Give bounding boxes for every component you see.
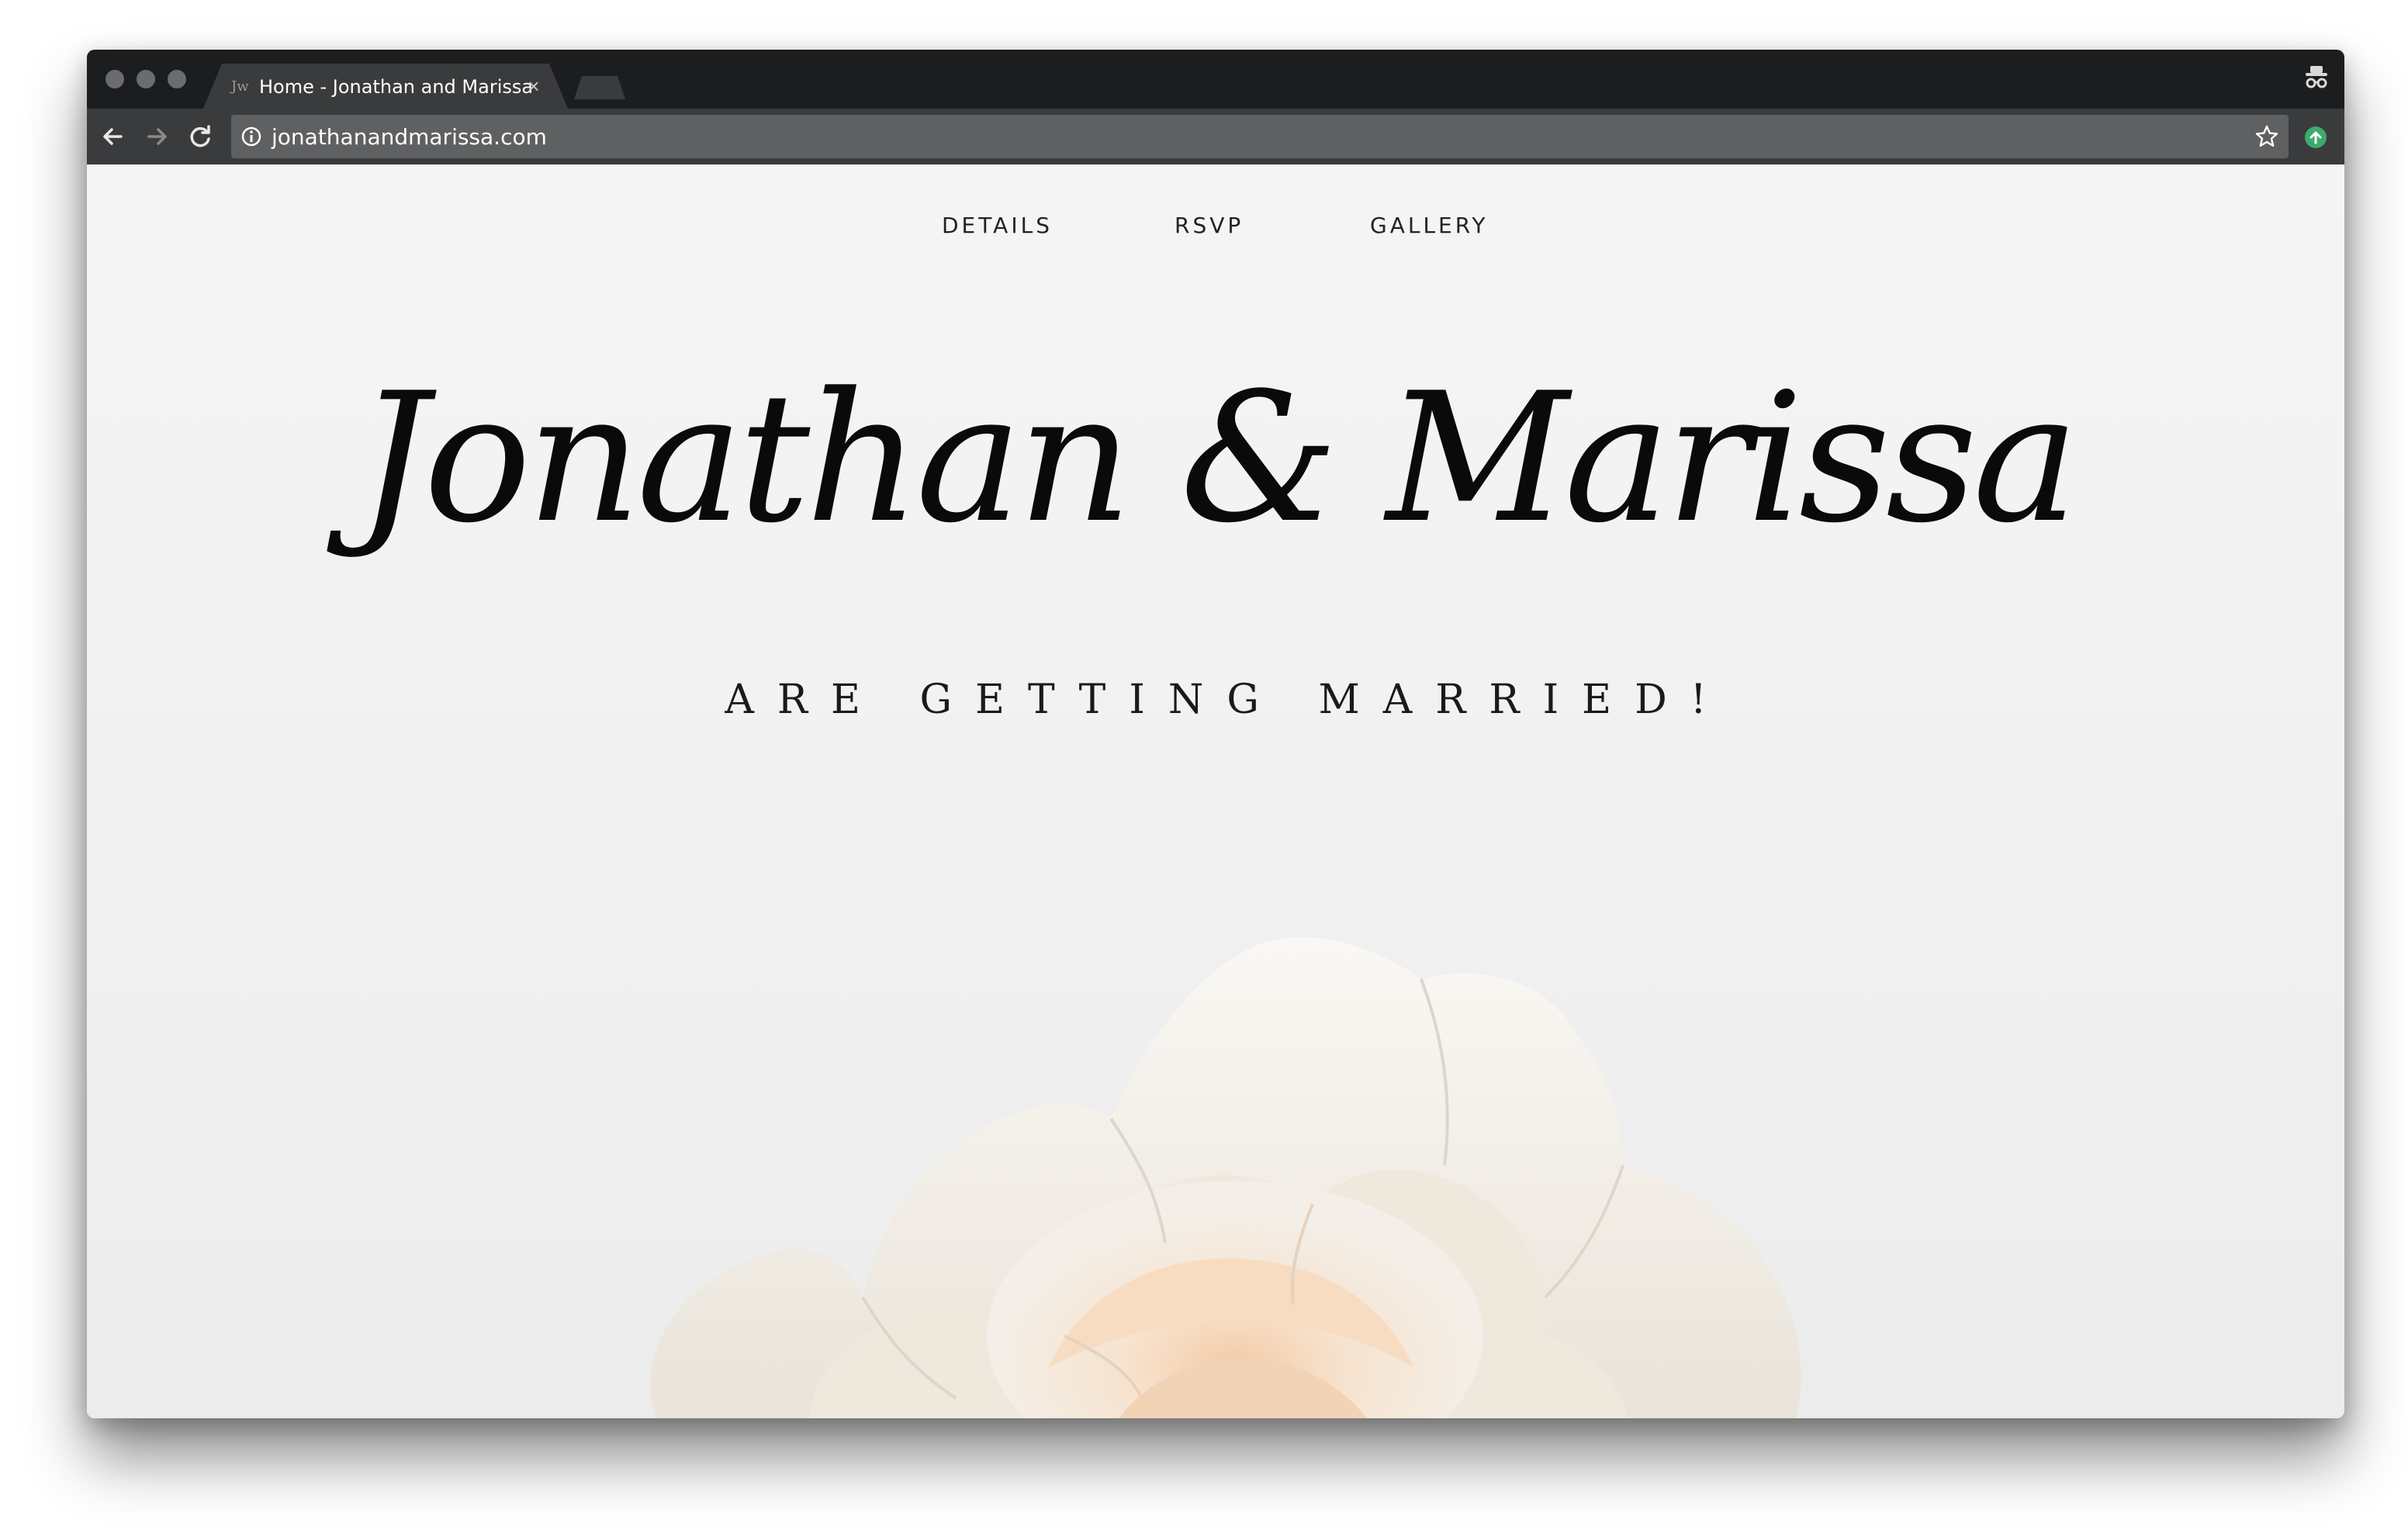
couple-names-heading: Jonathan & Marissa bbox=[356, 355, 2079, 562]
tab-close-icon[interactable]: × bbox=[523, 73, 545, 99]
site-nav: DETAILS RSVP GALLERY bbox=[87, 213, 2344, 244]
nav-gallery-link[interactable]: GALLERY bbox=[1370, 213, 1489, 238]
browser-toolbar: jonathanandmarissa.com bbox=[87, 109, 2344, 164]
new-tab-button[interactable] bbox=[574, 76, 625, 99]
address-bar-url: jonathanandmarissa.com bbox=[272, 124, 547, 150]
tab-home[interactable]: Jw Home - Jonathan and Marissa × bbox=[203, 64, 568, 109]
address-bar[interactable]: jonathanandmarissa.com bbox=[231, 115, 2289, 158]
reload-icon[interactable] bbox=[183, 119, 217, 154]
upload-arrow-icon[interactable] bbox=[2304, 126, 2327, 149]
browser-window: Jw Home - Jonathan and Marissa × jonatha… bbox=[87, 50, 2344, 1418]
close-window-button[interactable] bbox=[106, 70, 124, 88]
star-icon[interactable] bbox=[2254, 124, 2279, 149]
back-arrow-icon[interactable] bbox=[96, 119, 130, 154]
tab-title: Home - Jonathan and Marissa bbox=[259, 76, 534, 98]
white-rose-image bbox=[650, 936, 1801, 1418]
nav-rsvp-link[interactable]: RSVP bbox=[1175, 213, 1244, 238]
info-icon[interactable] bbox=[240, 126, 262, 147]
nav-details-link[interactable]: DETAILS bbox=[942, 213, 1053, 238]
page-content: DETAILS RSVP GALLERY Jonathan & Marissa … bbox=[87, 164, 2344, 1418]
maximize-window-button[interactable] bbox=[168, 70, 186, 88]
hero-subtitle: ARE GETTING MARRIED! bbox=[725, 677, 1730, 723]
incognito-icon[interactable] bbox=[2302, 64, 2330, 92]
minimize-window-button[interactable] bbox=[137, 70, 155, 88]
tab-strip: Jw Home - Jonathan and Marissa × bbox=[87, 50, 2344, 109]
forward-arrow-icon[interactable] bbox=[140, 119, 174, 154]
site-favicon-icon: Jw bbox=[231, 78, 249, 95]
